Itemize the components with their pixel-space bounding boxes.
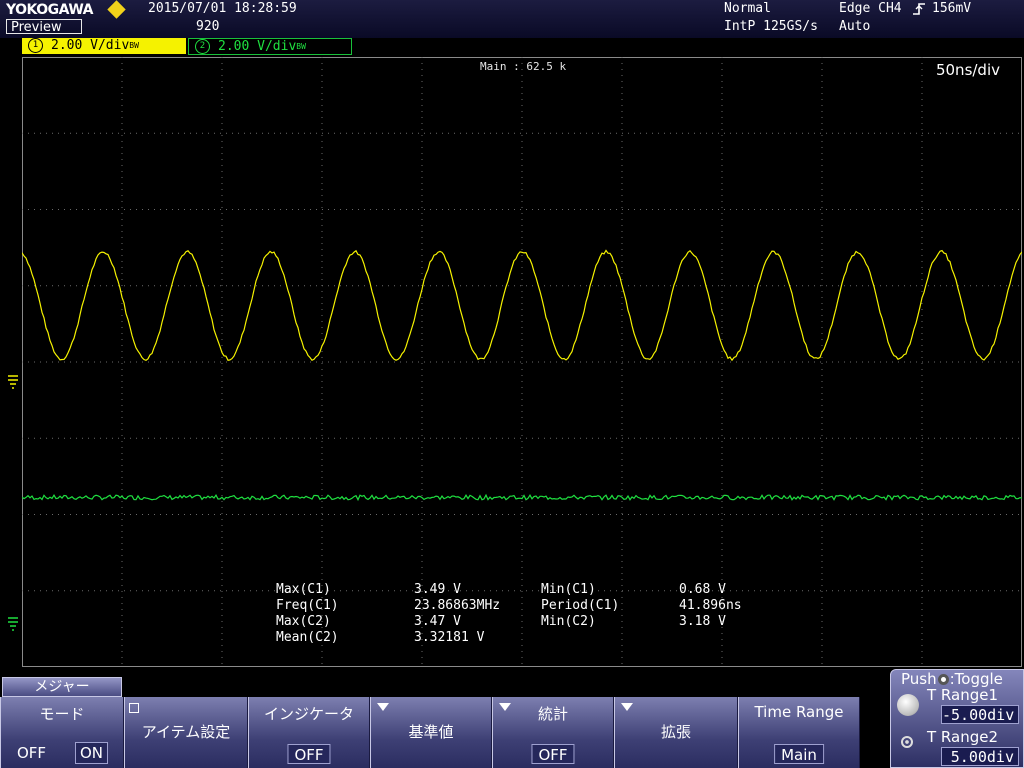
channel-1-settings[interactable]: 1 2.00 V/divBW: [22, 38, 186, 54]
dropdown-arrow-icon: [621, 703, 633, 711]
measure-name: Period(C1): [541, 598, 620, 613]
bandwidth-limit-icon: BW: [129, 41, 139, 50]
channel-2-unit: /div: [264, 39, 297, 54]
channel-2-settings[interactable]: 2 2.00 V/divBW: [188, 38, 352, 55]
measure-value: 3.18 V: [679, 614, 726, 629]
submenu-icon: [129, 703, 139, 713]
channel-1-unit: /div: [97, 38, 130, 53]
status-bar: YOKOGAWA Preview 2015/07/01 18:28:59 920…: [0, 0, 1024, 38]
measure-value: 23.86863MHz: [414, 598, 501, 613]
dropdown-arrow-icon: [377, 703, 389, 711]
softkey-label: 基準値: [408, 723, 454, 741]
acquisition-mode: Auto: [839, 19, 871, 34]
measure-name: Freq(C1): [276, 598, 339, 613]
measure-value: 3.49 V: [414, 582, 461, 597]
softkey-label: モード: [39, 705, 85, 723]
channel-2-number: 2: [195, 39, 210, 54]
softkey-extend[interactable]: 拡張: [614, 697, 738, 768]
channel-1-waveform: [22, 249, 1022, 362]
t-range2-label: T Range2: [927, 728, 999, 746]
softkey-indicator[interactable]: インジケータ OFF: [248, 697, 370, 768]
push-knob-icon: [937, 674, 949, 685]
channel-2-ground-marker-icon[interactable]: [6, 616, 20, 632]
measure-name: Min(C1): [541, 582, 596, 597]
softkey-value: OFF: [531, 744, 575, 764]
measure-value: 41.896ns: [679, 598, 742, 613]
brand-logo: YOKOGAWA: [6, 2, 94, 18]
oscilloscope-screen: YOKOGAWA Preview 2015/07/01 18:28:59 920…: [0, 0, 1024, 768]
softkey-value: OFF: [287, 744, 331, 764]
softkey-label: アイテム設定: [141, 723, 231, 741]
diamond-logo-icon: [107, 0, 126, 19]
softkey-item-settings[interactable]: アイテム設定: [124, 697, 248, 768]
t-range2-value[interactable]: 5.00div: [941, 747, 1019, 766]
channel-1-ground-marker-icon[interactable]: [6, 374, 20, 390]
softkey-value: Main: [774, 744, 824, 764]
waveform-display[interactable]: [22, 57, 1022, 667]
trigger-source: Edge CH4: [839, 1, 902, 16]
softkey-bar: モード OFF ON アイテム設定 インジケータ OFF 基準値 統計 OFF …: [0, 697, 862, 768]
measure-name: Max(C2): [276, 614, 331, 629]
sample-rate: IntP 125GS/s: [724, 19, 818, 34]
jog-shuttle-panel[interactable]: Push:Toggle T Range1 -5.00div T Range2 5…: [890, 669, 1024, 768]
softkey-statistics[interactable]: 統計 OFF: [492, 697, 614, 768]
softkey-label: インジケータ: [263, 705, 354, 723]
mode-on-option[interactable]: ON: [75, 742, 109, 764]
softkey-time-range[interactable]: Time Range Main: [738, 697, 860, 768]
softkey-label: 統計: [537, 705, 568, 723]
measure-value: 0.68 V: [679, 582, 726, 597]
measure-value: 3.47 V: [414, 614, 461, 629]
main-record-length: Main : 62.5 k: [480, 60, 567, 73]
t-range1-label: T Range1: [927, 686, 999, 704]
channel-1-number: 1: [28, 38, 43, 53]
datetime: 2015/07/01 18:28:59: [148, 1, 297, 16]
measure-value: 3.32181 V: [414, 630, 485, 645]
softkey-label: Time Range: [754, 703, 844, 721]
measure-name: Mean(C2): [276, 630, 339, 645]
trigger-mode: Normal: [724, 1, 771, 16]
channel-2-scale: 2.00 V: [218, 39, 265, 54]
rising-edge-icon: [913, 3, 925, 15]
bandwidth-limit-icon: BW: [296, 42, 306, 51]
softkey-reference-level[interactable]: 基準値: [370, 697, 492, 768]
softkey-label: 拡張: [660, 723, 691, 741]
t-range1-value[interactable]: -5.00div: [941, 705, 1019, 724]
softkey-mode[interactable]: モード OFF ON: [0, 697, 124, 768]
measure-name: Max(C1): [276, 582, 331, 597]
menu-title: メジャー: [2, 677, 122, 697]
channel-1-scale: 2.00 V: [51, 38, 98, 53]
record-count: 920: [196, 19, 220, 34]
mode-off-option[interactable]: OFF: [17, 744, 46, 762]
jog-knob-small-icon: [901, 736, 913, 748]
measure-name: Min(C2): [541, 614, 596, 629]
preview-mode-label: Preview: [6, 19, 82, 35]
graticule: [22, 57, 1022, 667]
time-per-division: 50ns/div: [935, 61, 1000, 79]
jog-knob-icon: [897, 694, 919, 716]
trigger-level: 156mV: [932, 1, 972, 16]
